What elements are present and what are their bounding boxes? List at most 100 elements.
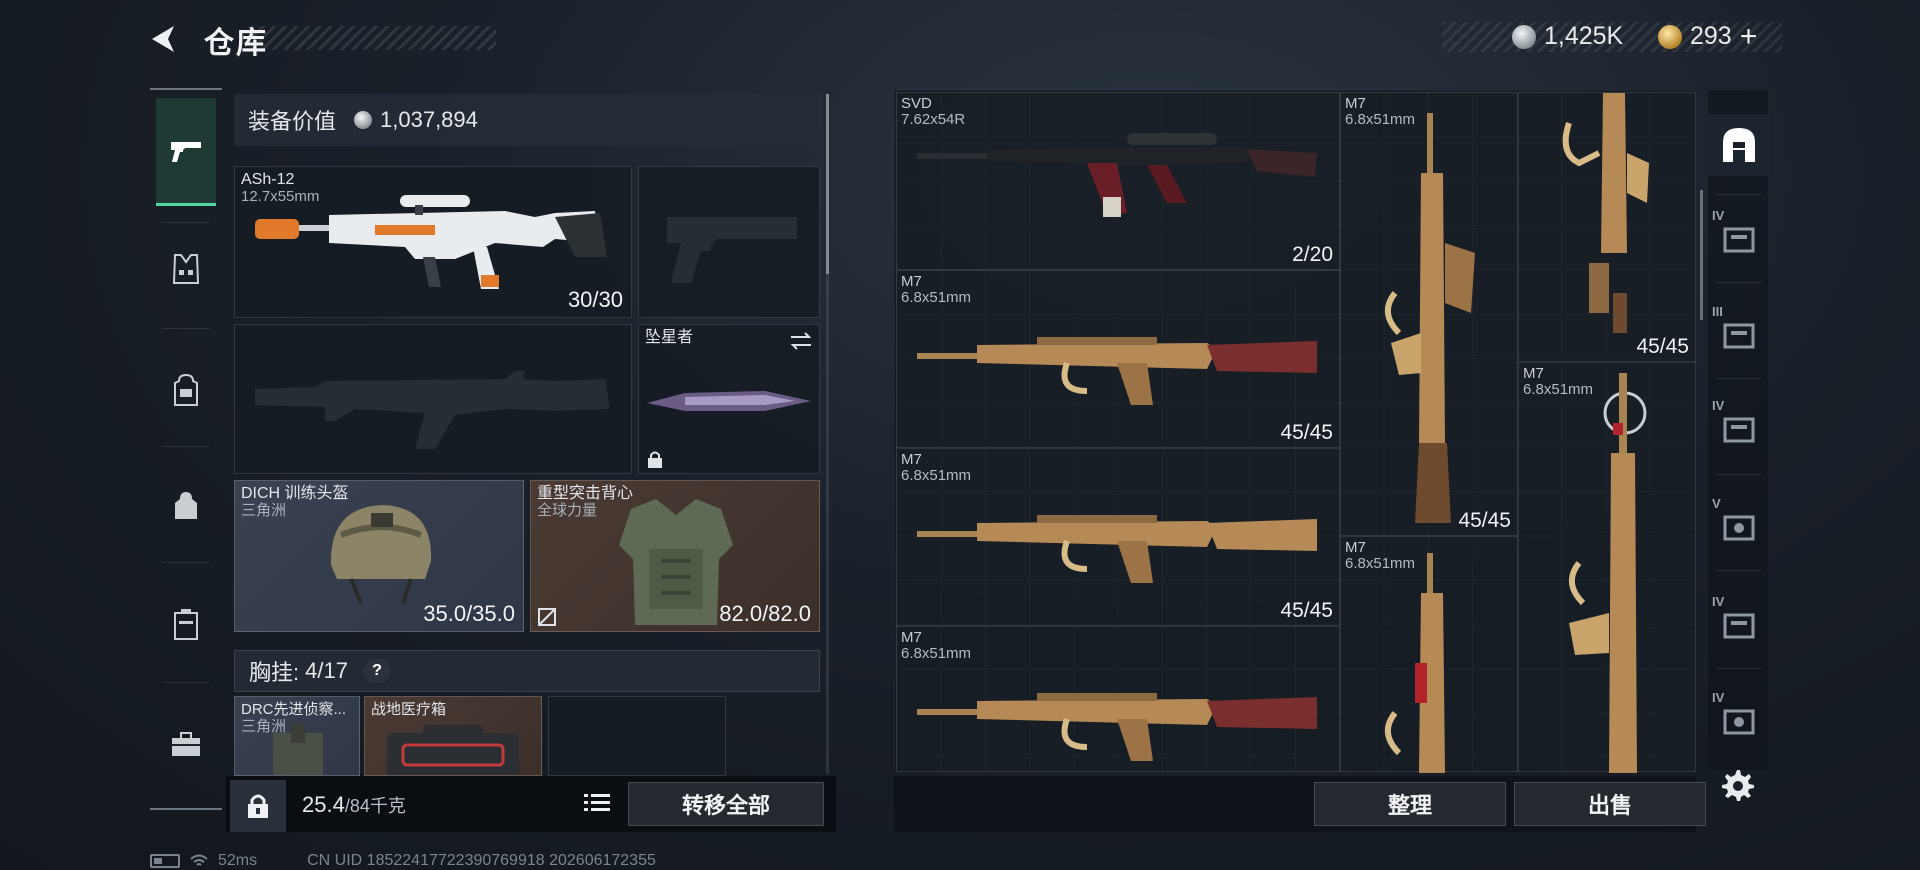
storage-item-m7-vertical[interactable]: M7 6.8x51mm [1518,362,1696,773]
storage-tab-icon [1723,227,1755,253]
chest-item-name: 战地医疗箱 [371,701,447,718]
storage-item-m7-vertical-small[interactable]: 45/45 [1518,92,1696,362]
storage-tab-1[interactable]: IV [1708,206,1770,268]
storage-tab-tier: IV [1712,398,1725,413]
chest-item-name: DRC先进侦察... [241,701,347,718]
chest-rig-bar: 胸挂: 4/17 ? [234,650,820,692]
secondary-weapon-slot-empty[interactable] [638,166,820,318]
help-button[interactable]: ? [361,659,392,683]
armor-durability: 82.0/82.0 [719,601,811,626]
storage-item-m7-vertical[interactable]: M7 6.8x51mm 45/45 [1340,92,1518,536]
case-icon [174,609,198,640]
pistol-silhouette-icon [667,217,797,283]
rail-tab-weapons[interactable] [156,98,216,206]
carry-weight-max: /84千克 [344,796,406,816]
item-ammo: 45/45 [1458,509,1511,532]
item-ammo: 45/45 [1636,335,1689,358]
lock-button[interactable] [230,780,286,832]
gold-coin-icon [1658,24,1682,49]
item-ammo: 2/20 [1292,243,1333,266]
ash12-rifle-image [255,195,607,289]
item-name: SVD [901,95,932,112]
no-repair-icon [538,608,556,626]
chest-item-empty[interactable] [548,696,726,776]
item-name: M7 [1523,365,1544,382]
rail-separator [162,222,210,223]
melee-knife-image [647,391,811,411]
rail-tab-pouch[interactable] [156,476,216,536]
list-view-button[interactable] [580,786,614,820]
storage-scrollbar[interactable] [1700,190,1703,320]
item-name: M7 [1345,539,1366,556]
storage-tab-4[interactable]: V [1708,494,1770,556]
silver-coin-icon [1512,24,1536,49]
storage-item-m7[interactable]: M7 6.8x51mm [896,626,1340,772]
storage-tab-tier: IV [1712,594,1725,609]
silver-currency: 1,425K [1512,22,1623,51]
m7-rifle-vertical-image [1562,93,1649,333]
storage-item-m7[interactable]: M7 6.8x51mm 45/45 [896,270,1340,448]
item-name: M7 [1345,95,1366,112]
rail-separator [162,328,210,329]
storage-item-m7[interactable]: M7 6.8x51mm 45/45 [896,448,1340,626]
rail-tab-toolbox[interactable] [156,714,216,774]
rail-separator [162,562,210,563]
swap-icon[interactable] [789,331,813,351]
storage-tab-3[interactable]: IV [1708,396,1770,458]
m7-rifle-vertical-image [1385,113,1475,523]
storage-item-svd[interactable]: SVD 7.62x54R 2/20 [896,92,1340,270]
storage-tab-home[interactable] [1708,114,1770,176]
settings-button[interactable] [1718,766,1758,806]
equipment-value: 1,037,894 [380,107,478,132]
left-scrollbar-thumb[interactable] [826,94,829,274]
transfer-all-button[interactable]: 转移全部 [628,782,824,826]
item-name: M7 [901,273,922,290]
chest-item-recon[interactable]: DRC先进侦察... 三角洲 [234,696,360,776]
helmet-slot[interactable]: DICH 训练头盔 三角洲 35.0/35.0 [234,480,524,632]
sort-button[interactable]: 整理 [1314,782,1506,826]
m7-rifle-image [917,515,1317,583]
storage-tab-2[interactable]: III [1708,302,1770,364]
rail-tab-case[interactable] [156,594,216,654]
helmet-durability: 35.0/35.0 [423,601,515,626]
storage-tab-icon [1723,417,1755,443]
rail-separator [1716,282,1762,283]
item-ammo: 45/45 [1280,421,1333,444]
storage-tab-5[interactable]: IV [1708,592,1770,654]
chest-rig-count: 4/17 [305,658,348,683]
pistol-icon [171,141,201,162]
uid-text: CN UID 18522417722390769918 202606172355 [307,852,656,869]
helmet-brand: 三角洲 [241,502,287,519]
storage-tab-6[interactable]: IV [1708,688,1770,750]
wifi-icon [190,854,208,866]
lock-icon [648,451,662,468]
back-arrow-icon[interactable] [146,22,180,56]
storage-tab-icon [1723,709,1755,735]
armor-slot[interactable]: 重型突击背心 全球力量 82.0/82.0 [530,480,820,632]
equipment-value-bar: 装备价值 1,037,894 [234,94,822,146]
storage-tab-icon [1723,515,1755,541]
storage-tab-icon [1723,613,1755,639]
primary-weapon-slot[interactable]: ASh-12 12.7x55mm 30/30 [234,166,632,318]
rail-separator [1716,378,1762,379]
armor-brand: 全球力量 [537,502,598,519]
chest-item-medkit[interactable]: 战地医疗箱 [364,696,542,776]
storage-tab-icon [1723,323,1755,349]
melee-slot[interactable]: 坠星者 [638,324,820,474]
secondary-primary-slot-empty[interactable] [234,324,632,474]
status-line: 52ms CN UID 18522417722390769918 2026061… [150,852,656,870]
svd-rifle-image [917,133,1317,217]
title-decoration [250,26,496,50]
rail-separator [162,682,210,683]
rail-tab-chest-rig[interactable] [156,240,216,300]
sell-button[interactable]: 出售 [1514,782,1706,826]
storage-tab-tier: V [1712,496,1721,511]
storage-item-m7-vertical[interactable]: M7 6.8x51mm [1340,536,1518,773]
rail-tab-backpack[interactable] [156,360,216,420]
rail-top-line [150,88,222,90]
primary-weapon-ammo: 30/30 [567,287,623,312]
item-name: M7 [901,629,922,646]
add-currency-button[interactable]: + [1740,21,1758,51]
medkit-image [387,725,519,775]
helmet-image [330,505,432,604]
